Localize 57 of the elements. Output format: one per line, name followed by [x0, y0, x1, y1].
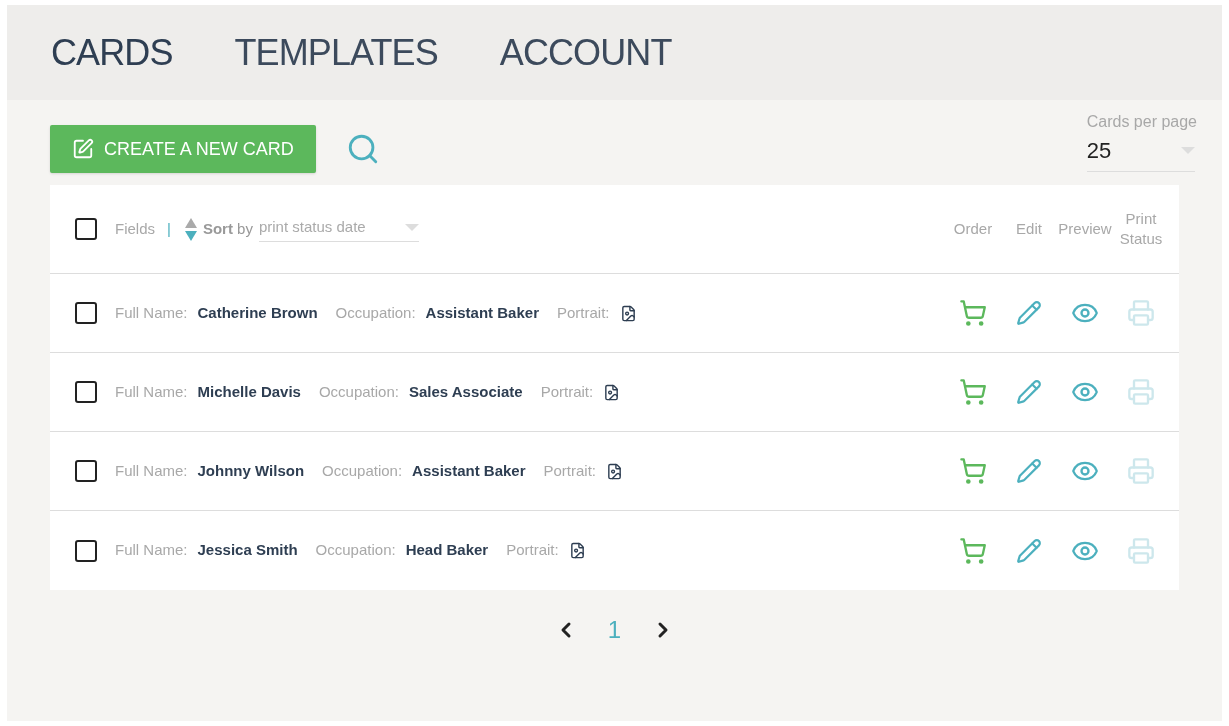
per-page-select[interactable]: 25 — [1086, 134, 1195, 172]
field-label: Portrait: — [557, 302, 610, 323]
cart-icon[interactable] — [959, 299, 987, 327]
dropdown-icon — [404, 224, 419, 231]
image-file-icon[interactable] — [603, 383, 621, 401]
checkbox[interactable] — [75, 381, 97, 403]
printer-icon[interactable] — [1127, 457, 1155, 485]
checkbox[interactable] — [75, 218, 97, 240]
edit-icon[interactable] — [1016, 458, 1042, 484]
field-label: Portrait: — [506, 540, 559, 561]
field-value: Michelle Davis — [197, 381, 301, 402]
edit-icon[interactable] — [1016, 379, 1042, 405]
column-header: Preview — [1057, 219, 1113, 239]
column-header: Order — [952, 219, 994, 239]
cart-icon[interactable] — [959, 378, 987, 406]
field-value: Assistant Baker — [412, 460, 526, 481]
edit-icon[interactable] — [1016, 300, 1042, 326]
printer-icon[interactable] — [1127, 378, 1155, 406]
field-label: Portrait: — [543, 460, 596, 481]
field-value: Jessica Smith — [197, 540, 298, 561]
column-header: Edit — [1015, 219, 1043, 239]
separator: | — [167, 218, 171, 239]
per-page-label: Cards per page — [1086, 112, 1197, 132]
field-value: Sales Associate — [408, 381, 523, 402]
sort-label: Sort by — [202, 218, 253, 239]
field-value: Assistant Baker — [425, 302, 539, 323]
field-label: Full Name: — [115, 540, 188, 561]
nav-tab[interactable]: TEMPLATES — [234, 25, 438, 80]
checkbox[interactable] — [75, 302, 97, 324]
edit-icon — [72, 138, 94, 160]
field-label: Occupation: — [318, 381, 399, 402]
fields-label: Fields — [115, 218, 155, 239]
nav-tab[interactable]: CARDS — [51, 25, 173, 80]
sort-arrows-icon[interactable] — [184, 217, 197, 241]
checkbox[interactable] — [75, 460, 97, 482]
field-label: Occupation: — [315, 540, 396, 561]
image-file-icon[interactable] — [619, 304, 637, 322]
printer-icon[interactable] — [1127, 536, 1155, 565]
field-value: Johnny Wilson — [197, 460, 305, 481]
field-label: Occupation: — [335, 302, 416, 323]
field-value: Head Baker — [405, 540, 489, 561]
dropdown-icon — [1180, 147, 1195, 154]
image-file-icon[interactable] — [606, 462, 623, 480]
field-label: Portrait: — [540, 381, 594, 402]
field-label: Full Name: — [115, 460, 188, 481]
column-header: Print Status — [1118, 209, 1164, 249]
printer-icon[interactable] — [1127, 299, 1155, 327]
field-value: Catherine Brown — [197, 302, 318, 323]
field-label: Occupation: — [322, 460, 403, 481]
field-label: Full Name: — [115, 302, 188, 323]
nav-tab[interactable]: ACCOUNT — [499, 25, 672, 80]
field-label: Full Name: — [115, 381, 188, 402]
image-file-icon[interactable] — [568, 542, 586, 559]
edit-icon[interactable] — [1016, 537, 1042, 564]
checkbox[interactable] — [75, 539, 97, 562]
cart-icon[interactable] — [959, 457, 987, 485]
cart-icon[interactable] — [959, 536, 987, 565]
